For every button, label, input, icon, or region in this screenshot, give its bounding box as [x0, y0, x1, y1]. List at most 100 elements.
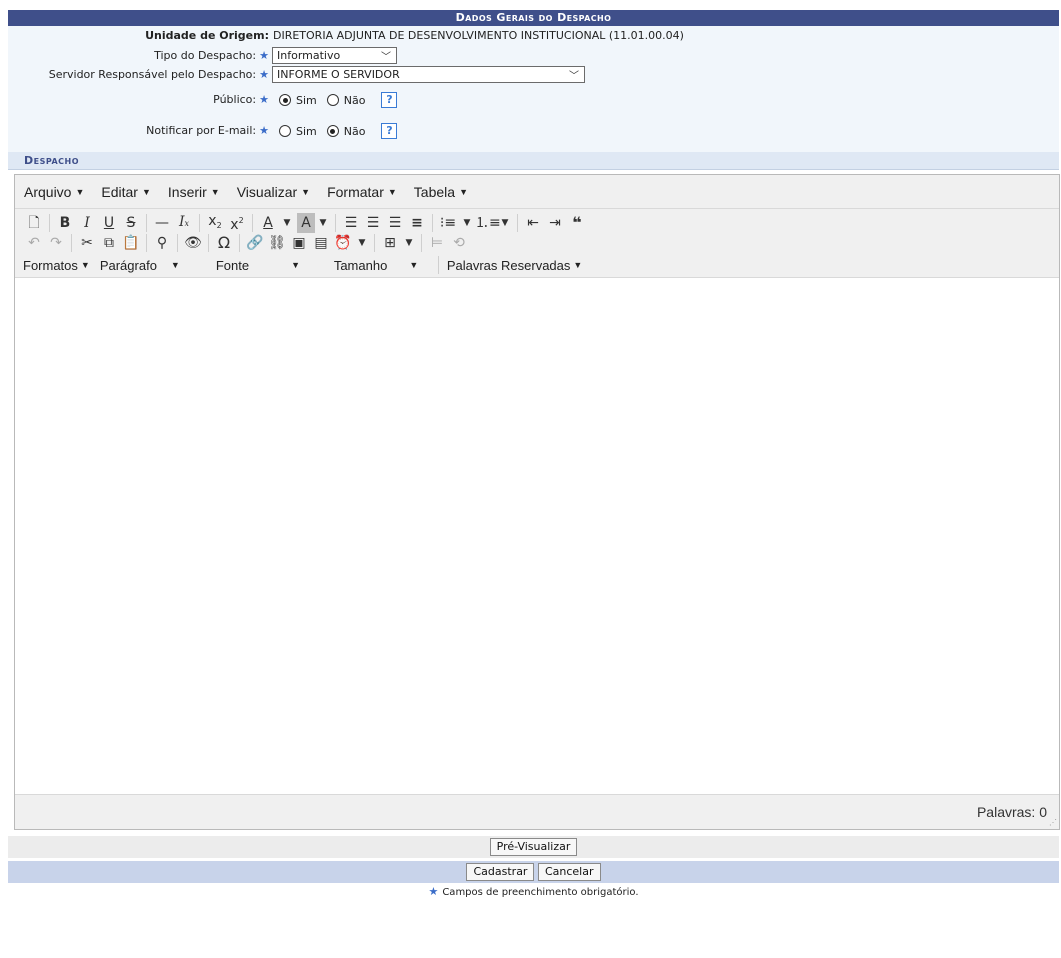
menu-visualizar[interactable]: Visualizar ▼	[237, 184, 310, 200]
notificar-label: Notificar por E-mail: ★	[146, 124, 269, 137]
publico-nao-label: Não	[343, 93, 366, 107]
bullet-list-icon[interactable]: ⁝≡	[437, 213, 459, 233]
new-document-icon[interactable]: 🗋	[23, 213, 45, 233]
blockquote-icon[interactable]: ❝	[566, 213, 588, 233]
justify-icon[interactable]: ≡	[406, 213, 428, 233]
numbered-list-icon[interactable]: ⒈≡	[475, 213, 501, 233]
menu-formatar[interactable]: Formatar ▼	[327, 184, 397, 200]
row-notificar: Notificar por E-mail: ★ Sim Não ?	[8, 116, 1059, 152]
publico-sim-label: Sim	[296, 93, 317, 107]
strikethrough-icon[interactable]: S	[120, 213, 142, 233]
required-star-icon: ★	[428, 885, 439, 898]
editor-content-area[interactable]	[15, 278, 1059, 794]
find-replace-icon[interactable]: ⚲	[151, 233, 173, 253]
row-unidade: Unidade de Origem: DIRETORIA ADJUNTA DE …	[8, 26, 1059, 46]
help-icon[interactable]: ?	[381, 92, 398, 108]
servidor-label: Servidor Responsável pelo Despacho: ★	[48, 68, 269, 81]
unlink-icon[interactable]: ⛓	[266, 233, 288, 253]
action-bar: Cadastrar Cancelar	[8, 861, 1059, 883]
chevron-down-icon[interactable]: ▼	[354, 233, 370, 253]
preview-button[interactable]: Pré-Visualizar	[489, 838, 578, 856]
notificar-nao-label: Não	[343, 124, 366, 138]
text-color-icon[interactable]: A	[257, 213, 279, 233]
toolbar-row-1: 🗋 B I U S — Ix x2 x2 A ▼ A ▼ ☰ ☰ ☰ ≡ ⁝≡ …	[23, 213, 1059, 233]
required-star-icon: ★	[259, 124, 269, 137]
chevron-down-icon[interactable]: ▼	[459, 213, 475, 233]
row-publico: Público: ★ Sim Não ?	[8, 84, 1059, 116]
undo-icon[interactable]: ↶	[23, 233, 45, 253]
link-icon[interactable]: 🔗	[244, 233, 266, 253]
chevron-down-icon[interactable]: ▼	[315, 213, 331, 233]
notificar-sim-radio[interactable]	[279, 125, 291, 137]
menu-arquivo[interactable]: Arquivo ▼	[24, 184, 84, 200]
align-right-icon[interactable]: ☰	[384, 213, 406, 233]
menu-tabela[interactable]: Tabela ▼	[414, 184, 468, 200]
required-star-icon: ★	[259, 93, 269, 106]
menu-fonte[interactable]: Fonte ▼	[216, 258, 324, 273]
required-fields-note: ★ Campos de preenchimento obrigatório.	[428, 885, 639, 898]
cancel-button[interactable]: Cancelar	[537, 863, 601, 881]
menu-editar[interactable]: Editar ▼	[101, 184, 151, 200]
insert-datetime-icon[interactable]: ⏰	[332, 233, 354, 253]
editor-statusbar: Palavras: 0 ⋰	[15, 794, 1059, 829]
indent-icon[interactable]: ⇥	[544, 213, 566, 233]
chevron-down-icon[interactable]: ▼	[401, 233, 417, 253]
redo-icon[interactable]: ↷	[45, 233, 67, 253]
word-count: Palavras: 0	[976, 804, 1047, 820]
table-icon[interactable]: ⊞	[379, 233, 401, 253]
row-servidor: Servidor Responsável pelo Despacho: ★ INF…	[8, 65, 1059, 84]
menu-formatos[interactable]: Formatos ▼	[23, 258, 90, 273]
section-title: Despacho	[8, 152, 1059, 170]
preview-bar: Pré-Visualizar	[8, 836, 1059, 858]
special-character-icon[interactable]: Ω	[213, 233, 235, 253]
resize-handle-icon[interactable]: ⋰	[1049, 819, 1057, 827]
despacho-form: Dados Gerais do Despacho Unidade de Orig…	[8, 10, 1060, 898]
paste-icon[interactable]: 📋	[120, 233, 142, 253]
required-star-icon: ★	[259, 68, 269, 81]
rich-text-editor: Arquivo ▼ Editar ▼ Inserir ▼ Visualizar ▼ Fo…	[14, 174, 1060, 830]
publico-label: Público: ★	[213, 93, 269, 106]
bold-icon[interactable]: B	[54, 213, 76, 233]
unidade-label: Unidade de Origem:	[145, 29, 269, 42]
publico-sim-radio[interactable]	[279, 94, 291, 106]
subscript-icon[interactable]: x2	[204, 211, 226, 236]
outdent-icon[interactable]: ⇤	[522, 213, 544, 233]
chevron-down-icon[interactable]: ▼	[497, 213, 513, 233]
editor-toolbar: 🗋 B I U S — Ix x2 x2 A ▼ A ▼ ☰ ☰ ☰ ≡ ⁝≡ …	[15, 209, 1059, 278]
background-color-icon[interactable]: A	[297, 213, 315, 233]
form-title: Dados Gerais do Despacho	[8, 10, 1059, 26]
cut-icon[interactable]: ✂	[76, 233, 98, 253]
underline-icon[interactable]: U	[98, 213, 120, 233]
toolbar-row-2: ↶ ↷ ✂ ⧉ 📋 ⚲ 👁 Ω 🔗 ⛓ ▣ ▤ ⏰ ▼ ⊞ ▼ ⊨ ⟲	[23, 233, 1059, 253]
tipo-label: Tipo do Despacho: ★	[154, 49, 269, 62]
horizontal-rule-icon[interactable]: —	[151, 213, 173, 233]
notificar-sim-label: Sim	[296, 124, 317, 138]
publico-nao-radio[interactable]	[326, 94, 339, 106]
copy-icon[interactable]: ⧉	[98, 233, 120, 253]
help-icon[interactable]: ?	[381, 123, 398, 139]
italic-icon[interactable]: I	[76, 213, 98, 233]
media-icon[interactable]: ▤	[310, 233, 332, 253]
restore-draft-icon[interactable]: ⟲	[448, 233, 470, 253]
tipo-select[interactable]: Informativo ﹀	[272, 47, 397, 64]
align-center-icon[interactable]: ☰	[362, 213, 384, 233]
menu-palavras-reservadas[interactable]: Palavras Reservadas ▼	[447, 258, 582, 273]
align-left-icon[interactable]: ☰	[340, 213, 362, 233]
unidade-value: DIRETORIA ADJUNTA DE DESENVOLVIMENTO INS…	[273, 29, 684, 42]
required-star-icon: ★	[259, 49, 269, 62]
servidor-select[interactable]: INFORME O SERVIDOR ﹀	[272, 66, 585, 83]
preview-icon[interactable]: 👁	[182, 233, 204, 253]
notificar-nao-radio[interactable]	[326, 125, 339, 137]
image-icon[interactable]: ▣	[288, 233, 310, 253]
submit-button[interactable]: Cadastrar	[466, 863, 535, 881]
row-tipo: Tipo do Despacho: ★ Informativo ﹀	[8, 46, 1059, 65]
menu-paragrafo[interactable]: Parágrafo ▼	[100, 258, 206, 273]
menu-inserir[interactable]: Inserir ▼	[168, 184, 220, 200]
page-break-icon[interactable]: ⊨	[426, 233, 448, 253]
chevron-down-icon[interactable]: ▼	[279, 213, 295, 233]
clear-formatting-icon[interactable]: Ix	[173, 212, 195, 234]
format-menus-row: Formatos ▼ Parágrafo ▼ Fonte ▼ Tamanho ▼ Pal…	[23, 253, 1059, 277]
menu-tamanho[interactable]: Tamanho ▼	[334, 258, 432, 273]
form-fields: Unidade de Origem: DIRETORIA ADJUNTA DE …	[8, 26, 1059, 152]
superscript-icon[interactable]: x2	[226, 211, 248, 235]
